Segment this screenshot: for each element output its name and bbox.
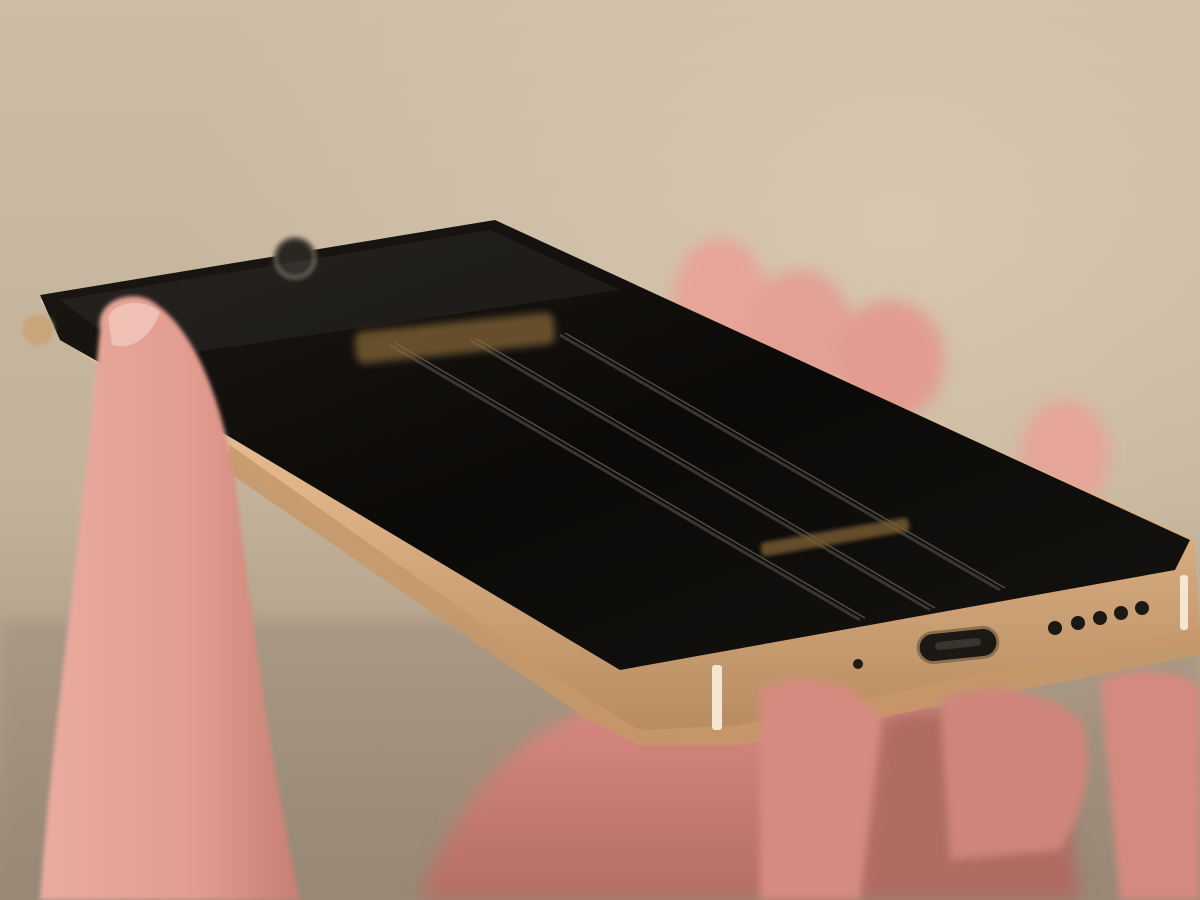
photo-scene (0, 0, 1200, 900)
photo-svg (0, 0, 1200, 900)
microphone-hole (853, 659, 863, 669)
usb-c-port (916, 625, 1000, 665)
